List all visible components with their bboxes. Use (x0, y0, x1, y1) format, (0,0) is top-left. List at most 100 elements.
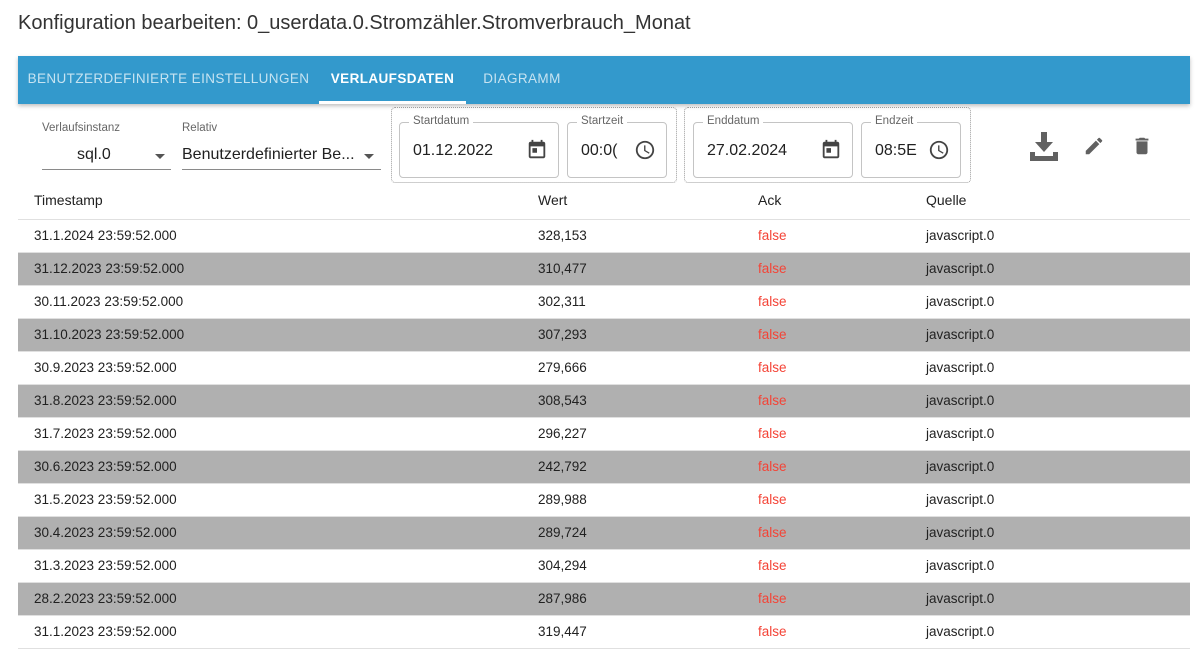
start-time-label: Startzeit (577, 115, 628, 127)
end-date-value: 27.02.2024 (707, 142, 788, 159)
value-cell: 328,153 (538, 228, 587, 243)
source-cell: javascript.0 (926, 360, 995, 375)
ack-cell: false (758, 393, 787, 408)
value-cell: 289,724 (538, 525, 587, 540)
ack-cell: false (758, 294, 787, 309)
timestamp-cell: 31.3.2023 23:59:52.000 (34, 558, 177, 573)
ack-cell: false (758, 558, 787, 573)
relative-select[interactable]: Benutzerdefinierter Be... (182, 143, 381, 170)
timestamp-cell: 31.5.2023 23:59:52.000 (34, 492, 177, 507)
source-cell: javascript.0 (926, 492, 995, 507)
timestamp-cell: 31.7.2023 23:59:52.000 (34, 426, 177, 441)
timestamp-cell: 31.12.2023 23:59:52.000 (34, 261, 185, 276)
relative-value: Benutzerdefinierter Be... (182, 146, 355, 163)
source-cell: javascript.0 (926, 228, 995, 243)
tab-bar: Benutzerdefinierte Einstellungen Verlauf… (18, 56, 1190, 104)
source-cell: javascript.0 (926, 393, 995, 408)
timestamp-cell: 30.11.2023 23:59:52.000 (34, 294, 184, 309)
chevron-down-icon (155, 154, 165, 159)
end-time-label: Endzeit (871, 115, 918, 127)
ack-cell: false (758, 492, 787, 507)
start-date-field[interactable]: Startdatum 01.12.2022 (399, 115, 559, 178)
end-time-field[interactable]: Endzeit 08:5E (861, 115, 961, 178)
column-header-source[interactable]: Quelle (926, 192, 966, 208)
ack-cell: false (758, 426, 787, 441)
value-cell: 242,792 (538, 459, 587, 474)
value-cell: 304,294 (538, 558, 587, 573)
start-time-value: 00:0( (581, 142, 618, 159)
column-header-ack[interactable]: Ack (758, 192, 781, 208)
source-cell: javascript.0 (926, 558, 995, 573)
value-cell: 307,293 (538, 327, 587, 342)
active-tab-indicator (319, 101, 466, 104)
ack-cell: false (758, 261, 787, 276)
source-cell: javascript.0 (926, 624, 995, 639)
source-cell: javascript.0 (926, 294, 995, 309)
ack-cell: false (758, 327, 787, 342)
source-cell: javascript.0 (926, 426, 995, 441)
table-row[interactable]: 31.12.2023 23:59:52.000 310,477 false javas… (18, 253, 1190, 286)
end-date-label: Enddatum (703, 115, 764, 127)
calendar-icon[interactable] (526, 139, 548, 161)
chevron-down-icon (364, 154, 374, 159)
ack-cell: false (758, 459, 787, 474)
page-title: Konfiguration bearbeiten: 0_userdata.0.S… (18, 12, 691, 34)
value-cell: 296,227 (538, 426, 587, 441)
tab-history-data[interactable]: Verlaufsdaten (319, 56, 466, 104)
timestamp-cell: 31.1.2023 23:59:52.000 (34, 624, 177, 639)
table-row[interactable]: 31.3.2023 23:59:52.000 304,294 false javasc… (18, 550, 1190, 583)
value-cell: 289,988 (538, 492, 587, 507)
timestamp-cell: 30.4.2023 23:59:52.000 (34, 525, 177, 540)
source-cell: javascript.0 (926, 591, 995, 606)
column-header-value[interactable]: Wert (538, 192, 567, 208)
ack-cell: false (758, 591, 787, 606)
pencil-icon[interactable] (1083, 135, 1105, 157)
timestamp-cell: 30.9.2023 23:59:52.000 (34, 360, 177, 375)
ack-cell: false (758, 228, 787, 243)
table-row[interactable]: 30.11.2023 23:59:52.000 302,311 false javas… (18, 286, 1190, 319)
table-row[interactable]: 28.2.2023 23:59:52.000 287,986 false javasc… (18, 583, 1190, 616)
table-row[interactable]: 31.10.2023 23:59:52.000 307,293 false javas… (18, 319, 1190, 352)
ack-cell: false (758, 525, 787, 540)
calendar-icon[interactable] (820, 139, 842, 161)
table-row[interactable]: 31.8.2023 23:59:52.000 308,543 false javasc… (18, 385, 1190, 418)
table-header: Timestamp Wert Ack Quelle (18, 184, 1190, 220)
start-time-field[interactable]: Startzeit 00:0( (567, 115, 667, 178)
start-date-label: Startdatum (409, 115, 474, 127)
instance-select[interactable]: sql.0 (42, 143, 171, 170)
column-header-timestamp[interactable]: Timestamp (34, 192, 103, 208)
instance-value: sql.0 (77, 146, 111, 163)
table-row[interactable]: 31.1.2024 23:59:52.000 328,153 false javasc… (18, 220, 1190, 253)
timestamp-cell: 28.2.2023 23:59:52.000 (34, 591, 177, 606)
trash-icon[interactable] (1131, 135, 1153, 157)
end-date-field[interactable]: Enddatum 27.02.2024 (693, 115, 853, 178)
ack-cell: false (758, 360, 787, 375)
table-row[interactable]: 31.1.2023 23:59:52.000 319,447 false javasc… (18, 616, 1190, 649)
timestamp-cell: 31.8.2023 23:59:52.000 (34, 393, 177, 408)
value-cell: 279,666 (538, 360, 587, 375)
table-row[interactable]: 30.9.2023 23:59:52.000 279,666 false javasc… (18, 352, 1190, 385)
table-row[interactable]: 31.5.2023 23:59:52.000 289,988 false javasc… (18, 484, 1190, 517)
table-row[interactable]: 30.6.2023 23:59:52.000 242,792 false javasc… (18, 451, 1190, 484)
source-cell: javascript.0 (926, 459, 995, 474)
download-icon[interactable] (1028, 130, 1060, 162)
clock-icon[interactable] (634, 139, 656, 161)
tab-chart[interactable]: Diagramm (466, 56, 578, 104)
timestamp-cell: 31.10.2023 23:59:52.000 (34, 327, 185, 342)
value-cell: 287,986 (538, 591, 587, 606)
source-cell: javascript.0 (926, 327, 995, 342)
table-row[interactable]: 30.4.2023 23:59:52.000 289,724 false javasc… (18, 517, 1190, 550)
clock-icon[interactable] (928, 139, 950, 161)
start-date-value: 01.12.2022 (413, 142, 494, 159)
timestamp-cell: 31.1.2024 23:59:52.000 (34, 228, 177, 243)
value-cell: 319,447 (538, 624, 587, 639)
tab-custom-settings[interactable]: Benutzerdefinierte Einstellungen (18, 56, 319, 104)
value-cell: 302,311 (538, 294, 586, 309)
end-time-value: 08:5E (875, 142, 917, 159)
relative-label: Relativ (182, 122, 218, 134)
ack-cell: false (758, 624, 787, 639)
timestamp-cell: 30.6.2023 23:59:52.000 (34, 459, 177, 474)
table-row[interactable]: 31.7.2023 23:59:52.000 296,227 false javasc… (18, 418, 1190, 451)
source-cell: javascript.0 (926, 525, 995, 540)
value-cell: 308,543 (538, 393, 587, 408)
